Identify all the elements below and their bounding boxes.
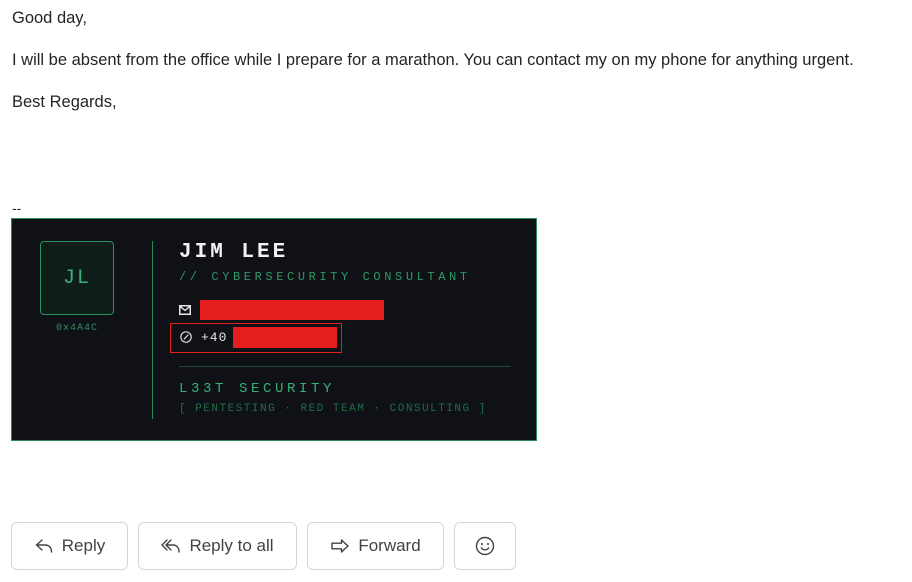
initials-text: JL	[62, 266, 91, 290]
initials-logo: JL	[40, 241, 114, 315]
company-services: [ PENTESTING · RED TEAM · CONSULTING ]	[179, 403, 487, 415]
email-redaction	[200, 300, 384, 320]
signature-name: JIM LEE	[179, 241, 289, 264]
signature-role: // CYBERSECURITY CONSULTANT	[179, 270, 471, 284]
signature-separator: --	[12, 200, 22, 216]
horizontal-divider	[179, 366, 511, 367]
phone-redaction	[233, 327, 337, 348]
mail-icon	[179, 305, 191, 315]
closing-text: Best Regards,	[12, 93, 117, 111]
forward-icon	[331, 539, 350, 553]
vertical-divider	[152, 241, 153, 419]
reply-all-button[interactable]: Reply to all	[138, 522, 297, 570]
reply-button[interactable]: Reply	[11, 522, 128, 570]
emoji-reaction-button[interactable]	[454, 522, 516, 570]
message-body: I will be absent from the office while I…	[12, 51, 854, 69]
forward-label: Forward	[358, 536, 421, 555]
forward-button[interactable]: Forward	[307, 522, 444, 570]
phone-prefix: +40	[201, 330, 228, 345]
reply-icon	[35, 539, 52, 553]
smiley-icon	[475, 536, 495, 556]
hex-code: 0x4A4C	[55, 323, 98, 334]
email-signature-card: JL 0x4A4C JIM LEE // CYBERSECURITY CONSU…	[11, 218, 537, 441]
company-name: L33T SECURITY	[179, 381, 336, 397]
reply-label: Reply	[61, 536, 106, 555]
phone-highlight-box: +40	[170, 323, 342, 353]
phone-icon	[180, 331, 192, 343]
reply-all-label: Reply to all	[189, 536, 274, 555]
greeting-text: Good day,	[12, 9, 87, 27]
reply-all-icon	[161, 539, 181, 553]
